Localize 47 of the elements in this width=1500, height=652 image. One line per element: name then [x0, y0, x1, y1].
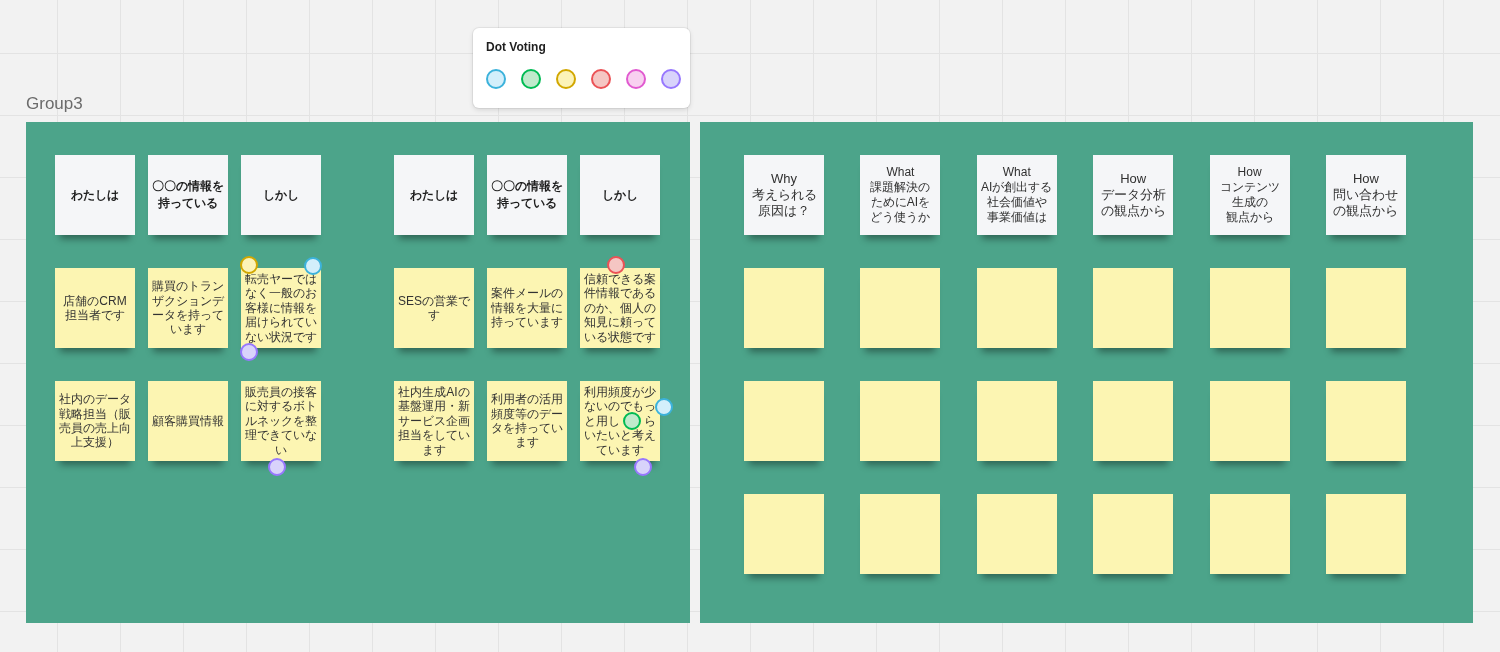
note-line: どう使うか: [870, 210, 931, 225]
note-text: しかし: [263, 186, 299, 204]
panel-title: Dot Voting: [486, 40, 546, 54]
note-line: 事業価値は: [986, 210, 1047, 225]
note-text: 利用者の活用頻度等のデータを持っています: [491, 392, 563, 450]
color-swatch-icon[interactable]: [556, 69, 576, 89]
note-line: 社会価値や: [986, 195, 1047, 210]
note-line: の観点から: [1333, 203, 1399, 220]
note-text: わたしは: [71, 186, 119, 204]
note-line: AIが創出する: [981, 180, 1053, 195]
note-line: の観点から: [1100, 203, 1166, 220]
color-swatch-icon[interactable]: [486, 69, 506, 89]
note-line: コンテンツ: [1219, 180, 1280, 195]
color-swatch-icon[interactable]: [661, 69, 681, 89]
note-line: What: [1002, 165, 1031, 180]
note-line: 考えられる: [751, 186, 817, 204]
note-text: 顧客購買情報: [152, 413, 224, 429]
note-text: 〇〇の情報を持っている: [491, 178, 563, 212]
note-text: わたしは: [410, 186, 458, 204]
color-swatch-icon[interactable]: [626, 69, 646, 89]
frame-title: Group3: [26, 94, 83, 114]
note-text: 転売ヤーではなく一般のお客様に情報を届けられていない状況です: [245, 272, 317, 344]
note-line: データ分析: [1100, 186, 1166, 204]
note-line: 生成の: [1231, 195, 1268, 210]
note-text: 社内のデータ戦略担当（販売員の売上向上支援）: [59, 392, 131, 450]
note-line: ためにAIを: [870, 195, 931, 210]
note-text: 〇〇の情報を持っている: [152, 178, 224, 212]
note-line: 問い合わせ: [1333, 186, 1399, 204]
color-swatch-icon[interactable]: [591, 69, 611, 89]
note-line: How: [1120, 170, 1147, 187]
note-line: What: [886, 165, 915, 180]
note-line: How: [1237, 165, 1262, 180]
note-text: 利用頻度が少ないのでもっと用し らいたいと考えています: [584, 385, 656, 457]
note-text: SESの営業です: [398, 293, 470, 323]
note-text: しかし: [602, 186, 638, 204]
note-text: 購買のトランザクションデータを持っています: [152, 279, 224, 337]
note-line: 観点から: [1225, 210, 1274, 225]
note-text: 社内生成AIの基盤運用・新サービス企画担当をしています: [398, 385, 470, 457]
note-text: 店舗のCRM担当者です: [62, 293, 128, 323]
note-line: 原因は？: [758, 203, 810, 220]
note-text: 信頼できる案件情報であるのか、個人の知見に頼っている状態です: [584, 272, 656, 344]
note-text: 販売員の接客に対するボトルネックを整理できていない: [245, 385, 317, 457]
note-text: 案件メールの情報を大量に持っています: [491, 286, 563, 330]
note-line: 課題解決の: [870, 180, 931, 195]
note-line: Why: [771, 170, 797, 187]
color-swatch-icon[interactable]: [521, 69, 541, 89]
note-line: How: [1352, 170, 1379, 187]
